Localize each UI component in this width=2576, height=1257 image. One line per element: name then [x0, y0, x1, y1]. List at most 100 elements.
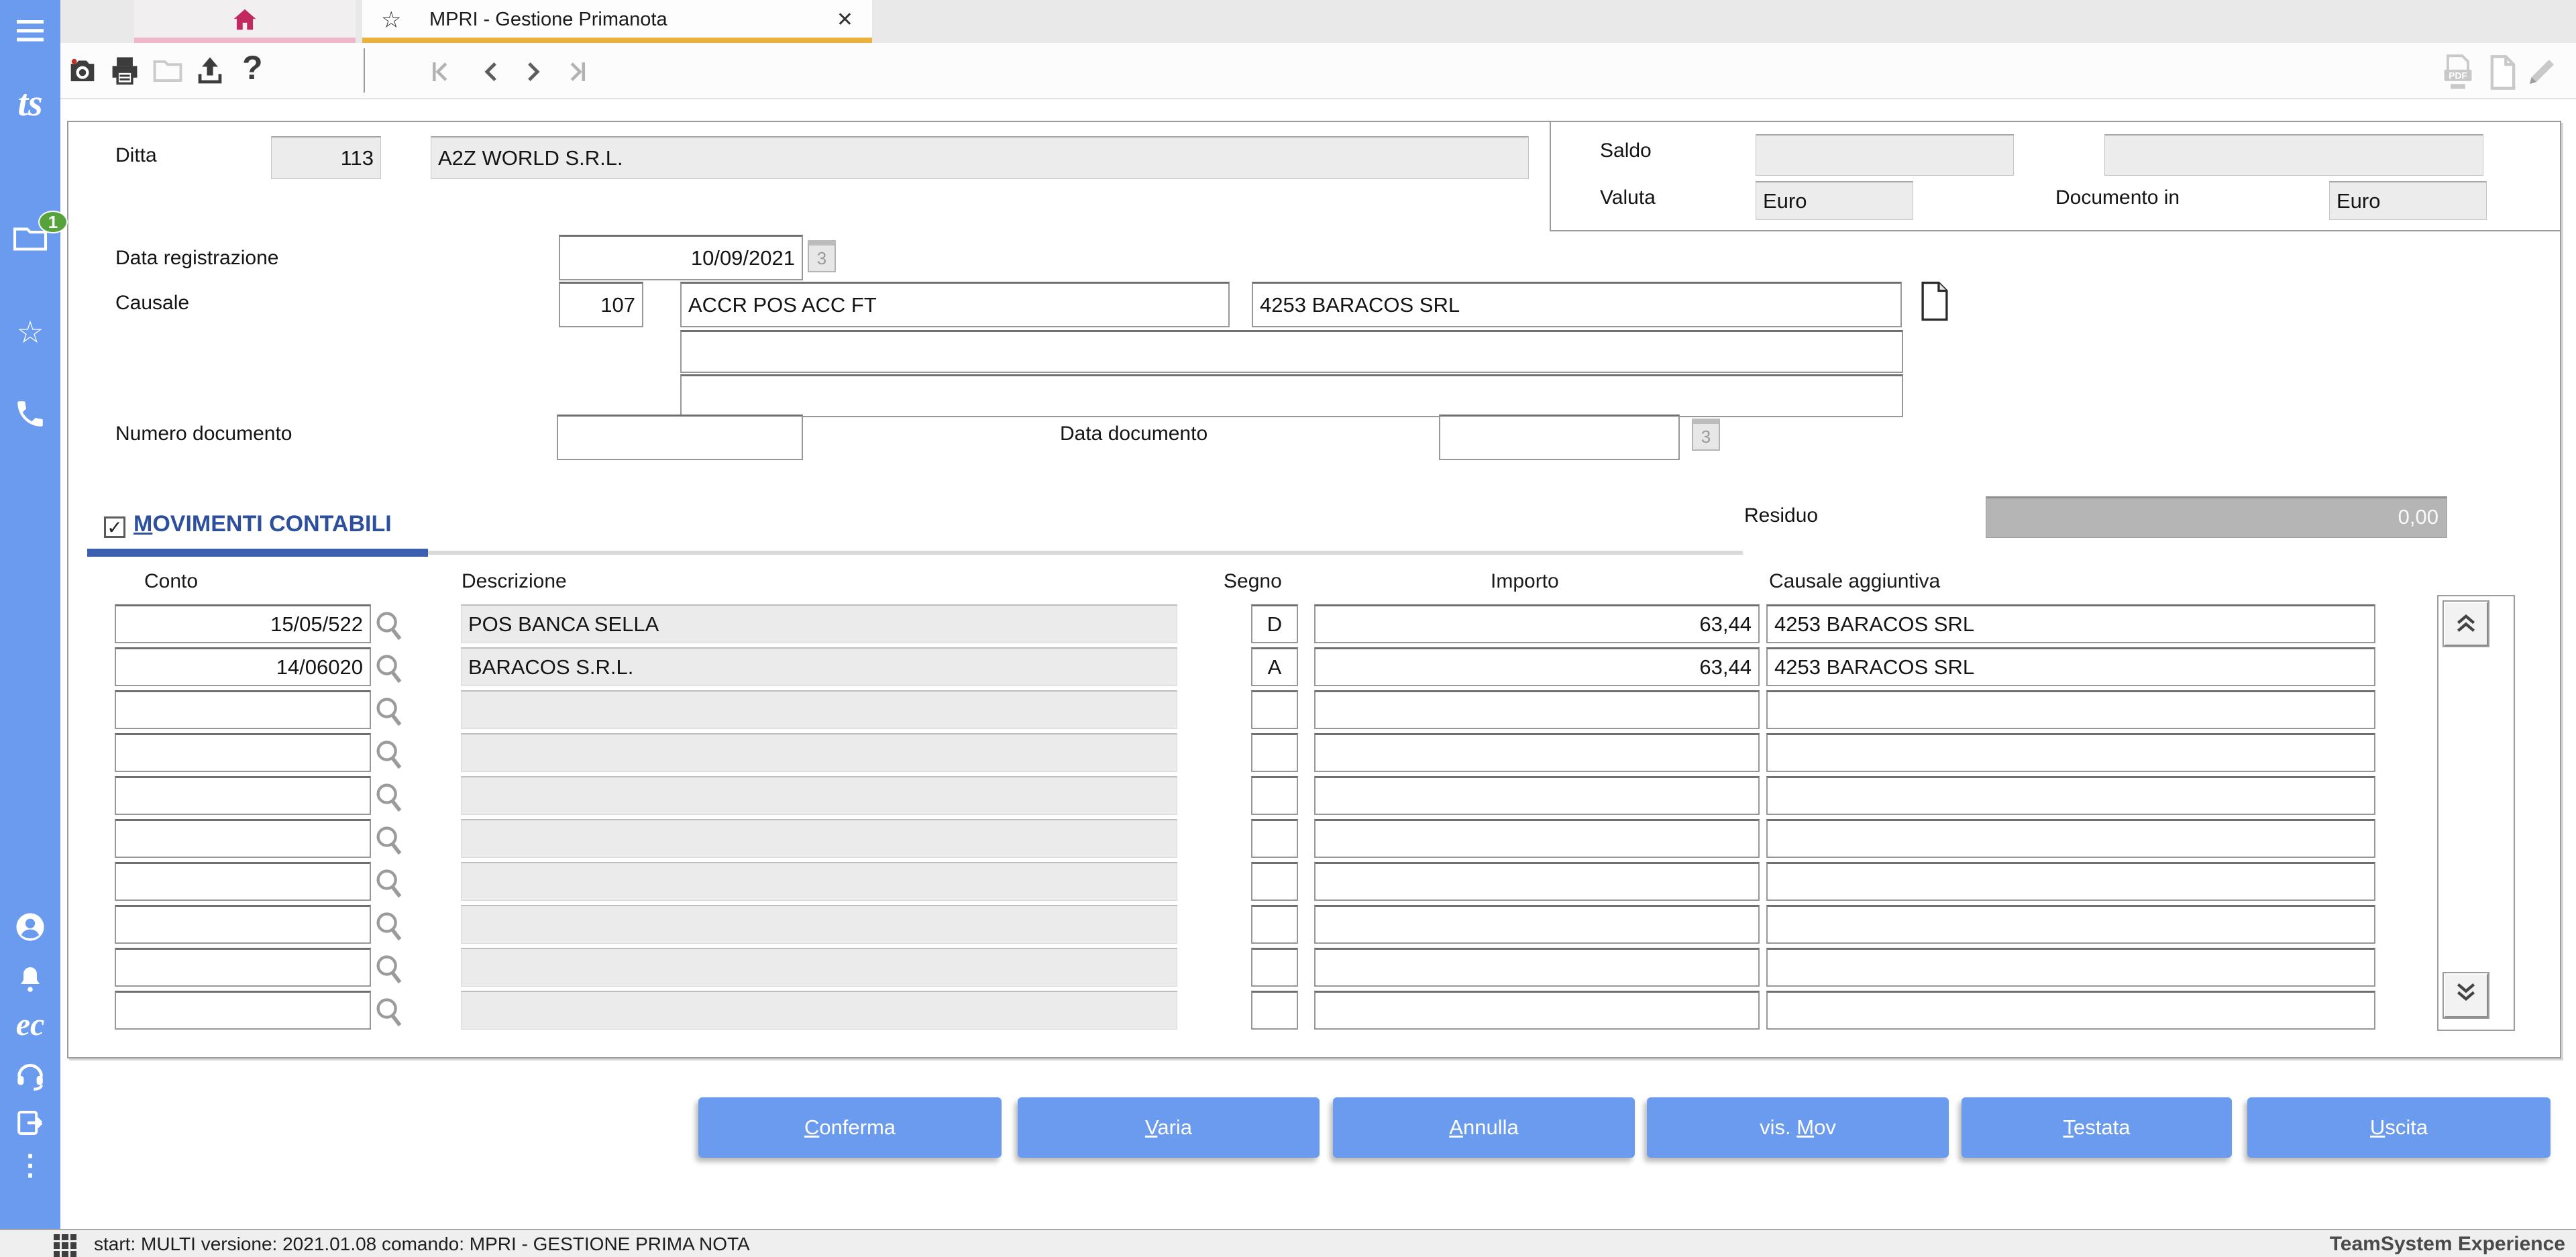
new-document-icon[interactable]: [2486, 54, 2521, 90]
importo-input[interactable]: [1314, 604, 1760, 643]
edit-pencil-icon[interactable]: [2524, 54, 2559, 89]
search-icon[interactable]: [372, 905, 413, 944]
pdf-export-icon[interactable]: PDF: [2440, 54, 2475, 89]
ec-logo-icon[interactable]: ec: [0, 1006, 60, 1043]
causale-code-field[interactable]: [559, 282, 643, 327]
causale-aggiuntiva-input[interactable]: [1766, 905, 2375, 944]
user-profile-icon[interactable]: [0, 910, 60, 948]
help-icon[interactable]: ?: [242, 48, 277, 87]
causale-aggiuntiva-input[interactable]: [1766, 819, 2375, 858]
segno-input[interactable]: [1251, 991, 1298, 1030]
causale-aggiuntiva-field[interactable]: [1252, 282, 1902, 327]
causale-extra-1-field[interactable]: [680, 330, 1903, 373]
annulla-button[interactable]: Annulla: [1333, 1097, 1635, 1158]
conto-input[interactable]: [115, 862, 371, 901]
importo-input[interactable]: [1314, 991, 1760, 1030]
conto-input[interactable]: [115, 776, 371, 815]
conto-input[interactable]: [115, 991, 371, 1030]
testata-button[interactable]: Testata: [1962, 1097, 2232, 1158]
causale-aggiuntiva-input[interactable]: [1766, 690, 2375, 729]
importo-input[interactable]: [1314, 647, 1760, 686]
saldo-value-2-field[interactable]: [2104, 134, 2483, 176]
notifications-bell-icon[interactable]: [0, 963, 60, 999]
hamburger-menu-icon[interactable]: [0, 17, 60, 48]
segno-input[interactable]: [1251, 862, 1298, 901]
conto-input[interactable]: [115, 690, 371, 729]
more-options-icon[interactable]: ⋮: [0, 1148, 60, 1181]
app-grid-icon[interactable]: [54, 1234, 76, 1257]
calendar-icon[interactable]: 3: [808, 240, 836, 272]
conto-input[interactable]: [115, 905, 371, 944]
search-icon[interactable]: [372, 991, 413, 1030]
search-icon[interactable]: [372, 690, 413, 729]
causale-aggiuntiva-input[interactable]: [1766, 991, 2375, 1030]
logout-icon[interactable]: [0, 1107, 60, 1142]
ditta-name-field[interactable]: [431, 136, 1529, 179]
scroll-up-icon[interactable]: [2444, 602, 2488, 646]
numero-documento-field[interactable]: [557, 415, 803, 460]
conto-input[interactable]: [115, 604, 371, 643]
tasks-folder-icon[interactable]: 1: [0, 211, 68, 256]
first-record-icon[interactable]: [426, 58, 461, 93]
last-record-icon[interactable]: [564, 58, 598, 93]
search-icon[interactable]: [372, 862, 413, 901]
causale-aggiuntiva-input[interactable]: [1766, 776, 2375, 815]
movimenti-section-label[interactable]: MOVIMENTI CONTABILI: [133, 511, 392, 537]
calendar-icon[interactable]: 3: [1692, 419, 1720, 451]
export-upload-icon[interactable]: [193, 54, 227, 89]
importo-input[interactable]: [1314, 862, 1760, 901]
valuta-field[interactable]: [1756, 181, 1913, 220]
favorites-star-icon[interactable]: ☆: [0, 314, 60, 350]
ditta-code-field[interactable]: [271, 136, 381, 179]
tab-active[interactable]: ☆ MPRI - Gestione Primanota ✕: [362, 0, 872, 43]
segno-input[interactable]: [1251, 604, 1298, 643]
causale-aggiuntiva-input[interactable]: [1766, 862, 2375, 901]
previous-record-icon[interactable]: [477, 58, 512, 93]
importo-input[interactable]: [1314, 733, 1760, 772]
movimenti-checkbox[interactable]: ✓: [104, 516, 125, 538]
support-headset-icon[interactable]: [0, 1058, 60, 1095]
segno-input[interactable]: [1251, 905, 1298, 944]
open-folder-icon[interactable]: [150, 54, 185, 89]
saldo-value-1-field[interactable]: [1756, 134, 2014, 176]
causale-aggiuntiva-input[interactable]: [1766, 733, 2375, 772]
conto-input[interactable]: [115, 948, 371, 987]
segno-input[interactable]: [1251, 819, 1298, 858]
favorite-star-icon[interactable]: ☆: [381, 7, 401, 34]
search-icon[interactable]: [372, 776, 413, 815]
scroll-down-icon[interactable]: [2444, 973, 2488, 1018]
causale-aggiuntiva-input[interactable]: [1766, 647, 2375, 686]
varia-button[interactable]: Varia: [1018, 1097, 1320, 1158]
screenshot-camera-icon[interactable]: [65, 54, 100, 89]
causale-descrizione-field[interactable]: [680, 282, 1230, 327]
conto-input[interactable]: [115, 733, 371, 772]
importo-input[interactable]: [1314, 776, 1760, 815]
conferma-button[interactable]: Conferma: [698, 1097, 1002, 1158]
importo-input[interactable]: [1314, 905, 1760, 944]
conto-input[interactable]: [115, 647, 371, 686]
vis-mov-button[interactable]: vis. Mov: [1647, 1097, 1949, 1158]
segno-input[interactable]: [1251, 647, 1298, 686]
search-icon[interactable]: [372, 604, 413, 643]
search-icon[interactable]: [372, 647, 413, 686]
importo-input[interactable]: [1314, 690, 1760, 729]
data-documento-field[interactable]: [1439, 415, 1680, 460]
search-icon[interactable]: [372, 948, 413, 987]
search-icon[interactable]: [372, 733, 413, 772]
data-registrazione-field[interactable]: [559, 235, 803, 280]
causale-extra-2-field[interactable]: [680, 374, 1903, 417]
search-icon[interactable]: [372, 819, 413, 858]
phone-icon[interactable]: [0, 397, 60, 434]
causale-aggiuntiva-input[interactable]: [1766, 948, 2375, 987]
uscita-button[interactable]: Uscita: [2247, 1097, 2551, 1158]
segno-input[interactable]: [1251, 733, 1298, 772]
note-document-icon[interactable]: [1919, 280, 1951, 325]
conto-input[interactable]: [115, 819, 371, 858]
segno-input[interactable]: [1251, 948, 1298, 987]
next-record-icon[interactable]: [519, 58, 554, 93]
tab-close-icon[interactable]: ✕: [837, 8, 853, 32]
print-icon[interactable]: [107, 54, 142, 89]
segno-input[interactable]: [1251, 690, 1298, 729]
importo-input[interactable]: [1314, 819, 1760, 858]
segno-input[interactable]: [1251, 776, 1298, 815]
